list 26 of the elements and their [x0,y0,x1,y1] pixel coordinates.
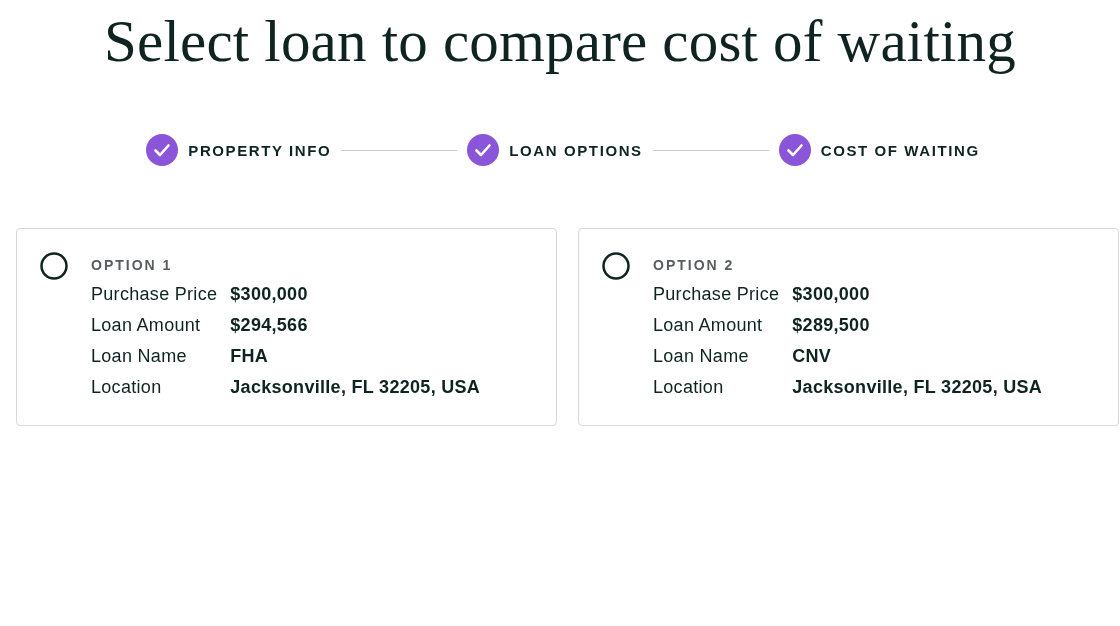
step-label: COST OF WAITING [820,141,980,159]
field-value: Jacksonville, FL 32205, USA [792,376,1043,398]
field-label: Loan Amount [653,314,764,336]
field-value: Jacksonville, FL 32205, USA [230,376,481,398]
field-value: CNV [792,345,833,367]
page-title: Select loan to compare cost of waiting [104,7,1016,76]
field-value: FHA [230,345,270,367]
loan-option-card[interactable]: OPTION 2 Purchase Price $300,000 Loan Amount $289,500 Loan Name CNV Location Jacksonville, FL 32205, USA [578,228,1119,426]
field-value: $300,000 [230,283,309,305]
field-label: Loan Amount [91,314,202,336]
field-label: Location [653,376,725,398]
step-label: LOAN OPTIONS [509,141,643,159]
radio-button[interactable] [40,252,68,280]
option-heading: OPTION 2 [653,257,736,273]
field-label: Location [91,376,163,398]
field-label: Loan Name [91,345,188,367]
loan-option-card[interactable]: OPTION 1 Purchase Price $300,000 Loan Amount $294,566 Loan Name FHA Location Jacksonville, FL 32205, USA [16,228,557,426]
option-heading: OPTION 1 [91,257,174,273]
radio-button[interactable] [602,252,630,280]
step-label: PROPERTY INFO [188,141,332,159]
field-label: Loan Name [653,345,750,367]
field-label: Purchase Price [653,283,780,305]
field-label: Purchase Price [91,283,218,305]
field-value: $294,566 [230,314,309,336]
field-value: $300,000 [792,283,871,305]
field-value: $289,500 [792,314,871,336]
